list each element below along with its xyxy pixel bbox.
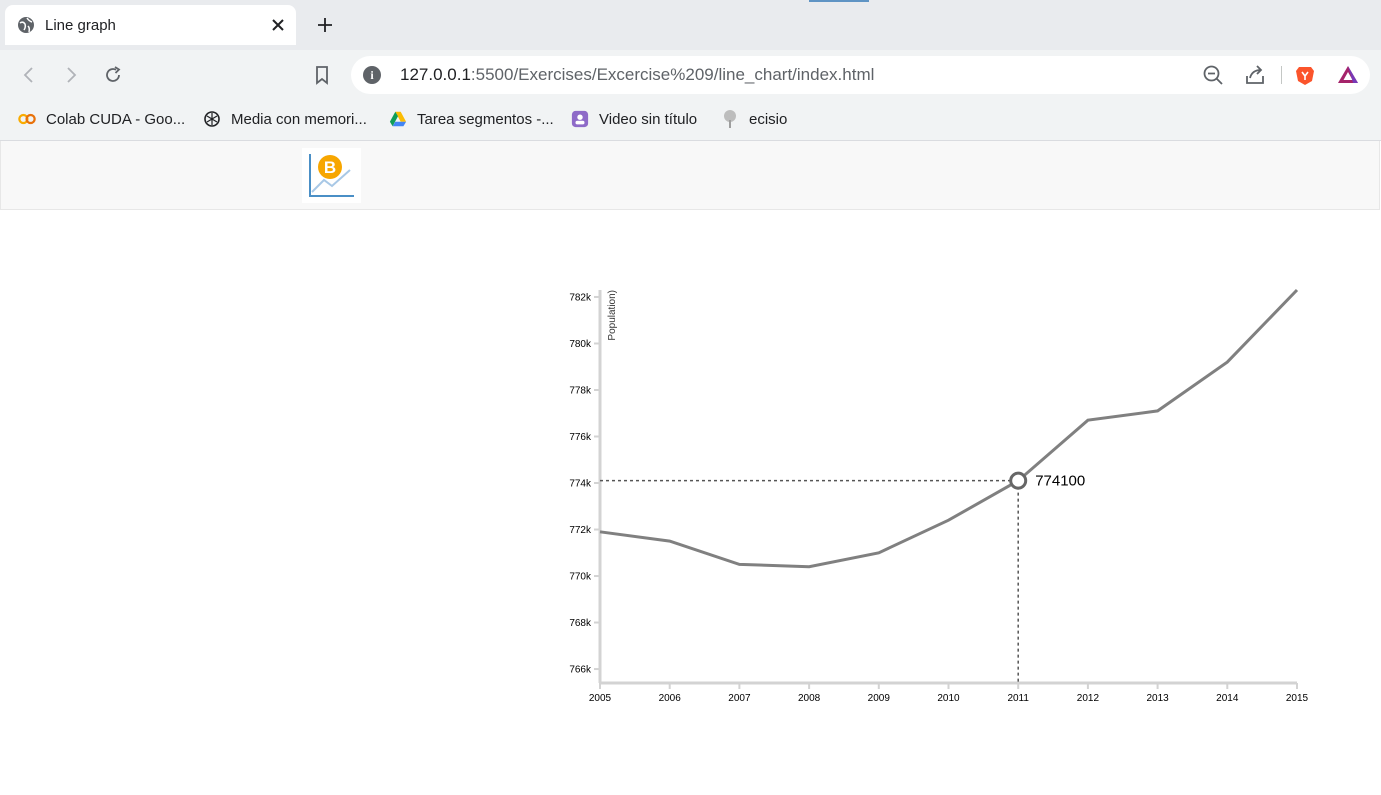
x-tick-label: 2012	[1077, 693, 1100, 704]
x-tick-label: 2007	[728, 693, 751, 704]
bookmark-item[interactable]: Media con memori...	[203, 108, 367, 130]
hover-point-marker[interactable]	[1009, 471, 1028, 490]
google-drive-icon	[389, 110, 407, 128]
y-tick-label: 772k	[569, 525, 592, 536]
y-tick-label: 766k	[569, 665, 592, 676]
tab-indicator	[809, 0, 869, 2]
info-icon[interactable]: i	[363, 66, 381, 84]
y-tick-label: 776k	[569, 432, 592, 443]
y-tick-label: 768k	[569, 618, 592, 629]
url-text[interactable]: 127.0.0.1:5500/Exercises/Excercise%209/l…	[400, 65, 874, 85]
bitcoin-chart-logo[interactable]: B	[302, 148, 361, 203]
close-icon[interactable]	[270, 17, 286, 33]
x-axis: 2005 2006 2007 2008 2009 2010 2011 2012 2013 2014…	[589, 681, 1309, 704]
brave-shield-icon[interactable]	[1294, 64, 1316, 86]
x-tick-label: 2009	[868, 693, 891, 704]
bookmark-button[interactable]	[309, 62, 335, 88]
y-tick-label: 782k	[569, 292, 592, 303]
brave-rewards-icon[interactable]	[1337, 64, 1359, 86]
url-path: :5500/Exercises/Excercise%209/line_chart…	[470, 65, 875, 84]
url-host: 127.0.0.1	[400, 65, 471, 84]
bookmark-label: Tarea segmentos -...	[417, 110, 554, 128]
reload-button[interactable]	[100, 62, 126, 88]
series-line	[599, 288, 1299, 569]
x-tick-label: 2011	[1007, 693, 1029, 704]
tab-strip: Line graph	[0, 0, 1381, 50]
x-tick-label: 2008	[798, 693, 821, 704]
globe-icon	[17, 16, 35, 34]
share-icon[interactable]	[1244, 64, 1266, 86]
bookmark-label: Colab CUDA - Goo...	[46, 110, 186, 128]
x-tick-label: 2010	[937, 693, 960, 704]
video-icon	[571, 110, 589, 128]
bookmark-item[interactable]: Video sin título	[571, 108, 697, 130]
openai-icon	[203, 110, 221, 128]
y-axis: 766k 768k 770k 772k 774k 776k 778k 780k 782k	[569, 290, 602, 683]
x-tick-label: 2013	[1146, 693, 1169, 704]
colab-icon	[18, 110, 36, 128]
divider	[1281, 66, 1282, 84]
hover-value-label: 774100	[1035, 473, 1085, 490]
y-tick-label: 780k	[569, 339, 592, 350]
bookmark-item[interactable]: Colab CUDA - Goo...	[18, 108, 185, 130]
y-tick-label: 778k	[569, 385, 592, 396]
bookmark-item[interactable]: Tarea segmentos -...	[389, 108, 554, 130]
y-tick-label: 770k	[569, 572, 592, 583]
back-button[interactable]	[16, 62, 42, 88]
bookmark-label: Media con memori...	[231, 110, 367, 128]
y-tick-label: 774k	[569, 479, 592, 490]
forward-button[interactable]	[58, 62, 84, 88]
y-axis-label: Population)	[607, 290, 618, 341]
bookmark-label: Video sin título	[599, 110, 698, 128]
bookmark-item[interactable]: ecisio	[721, 108, 787, 130]
tab-title: Line graph	[45, 16, 116, 34]
browser-tab[interactable]: Line graph	[5, 5, 296, 45]
bookmarks-bar: Colab CUDA - Goo... Media con memori... …	[0, 100, 1381, 141]
zoom-out-icon[interactable]	[1202, 64, 1224, 86]
svg-text:B: B	[324, 158, 336, 177]
x-tick-label: 2006	[659, 693, 682, 704]
address-bar[interactable]: i 127.0.0.1:5500/Exercises/Excercise%209…	[351, 56, 1370, 94]
bookmark-label: ecisio	[749, 110, 788, 128]
x-tick-label: 2014	[1216, 693, 1239, 704]
population-line-chart: 766k 768k 770k 772k 774k 776k 778k 780k 782k 200…	[569, 288, 1309, 704]
x-tick-label: 2005	[589, 693, 612, 704]
page-navbar	[0, 141, 1380, 210]
tree-icon	[721, 110, 739, 128]
new-tab-button[interactable]	[314, 14, 336, 36]
x-tick-label: 2015	[1286, 693, 1309, 704]
